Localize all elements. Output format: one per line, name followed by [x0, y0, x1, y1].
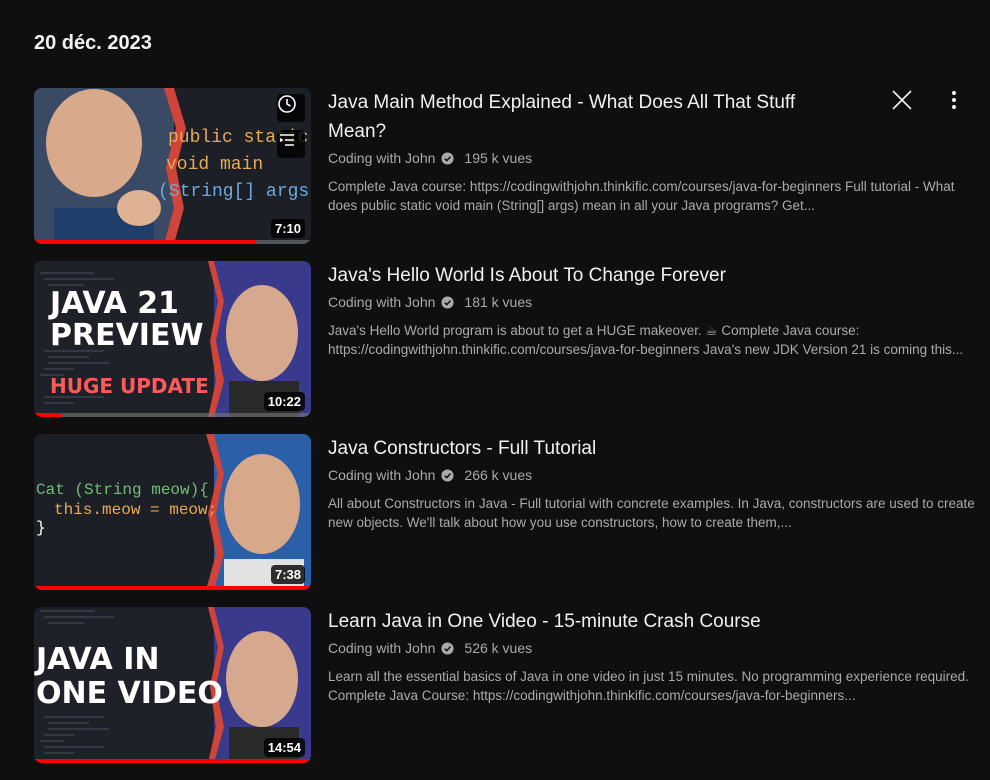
view-count: 266 k vues — [464, 467, 533, 483]
channel-name[interactable]: Coding with John — [328, 640, 435, 656]
date-section-header: 20 déc. 2023 — [34, 32, 152, 54]
video-description: Java's Hello World program is about to g… — [328, 323, 964, 357]
queue-icon — [280, 134, 294, 146]
video-duration: 10:22 — [263, 392, 305, 411]
video-title[interactable]: Learn Java in One Video - 15-minute Cras… — [328, 607, 848, 636]
thumb-code-line: void main — [166, 155, 263, 175]
thumb-title-line: JAVA IN — [34, 642, 159, 677]
video-row[interactable]: Cat (String meow){ this.meow = meow; } 7… — [34, 434, 984, 590]
verified-check-icon — [441, 468, 454, 482]
video-duration: 7:10 — [270, 219, 305, 238]
video-duration: 14:54 — [263, 738, 305, 757]
video-duration: 7:38 — [270, 565, 305, 584]
video-row[interactable]: JAVA 21 PREVIEW HUGE UPDATE 10:22 Java's… — [34, 261, 984, 417]
video-description: Complete Java course: https://codingwith… — [328, 179, 955, 213]
video-thumbnail[interactable]: JAVA 21 PREVIEW HUGE UPDATE 10:22 — [34, 261, 311, 417]
watch-progress — [34, 413, 311, 417]
watch-later-button[interactable] — [277, 94, 305, 122]
view-count: 526 k vues — [464, 640, 533, 656]
channel-name[interactable]: Coding with John — [328, 150, 435, 166]
channel-name[interactable]: Coding with John — [328, 294, 435, 310]
video-description: All about Constructors in Java - Full tu… — [328, 496, 975, 530]
video-info: Java's Hello World Is About To Change Fo… — [328, 261, 963, 359]
video-info: Java Constructors - Full Tutorial Coding… — [328, 434, 975, 532]
verified-check-icon — [441, 151, 454, 165]
thumb-code-line: Cat (String meow){ — [36, 481, 209, 499]
verified-check-icon — [441, 295, 454, 309]
video-description: Learn all the essential basics of Java i… — [328, 669, 969, 703]
video-row[interactable]: public static void main (String[] args){… — [34, 88, 984, 244]
video-title[interactable]: Java's Hello World Is About To Change Fo… — [328, 261, 848, 290]
video-row[interactable]: JAVA IN ONE VIDEO 14:54 Learn Java in On… — [34, 607, 984, 763]
close-icon[interactable] — [890, 88, 914, 112]
view-count: 181 k vues — [464, 294, 533, 310]
thumb-title-line: ONE VIDEO — [36, 676, 223, 711]
watch-progress — [34, 240, 311, 244]
video-info: Java Main Method Explained - What Does A… — [328, 88, 958, 215]
thumb-code-line: this.meow = meow; — [54, 501, 217, 519]
video-thumbnail[interactable]: JAVA IN ONE VIDEO 14:54 — [34, 607, 311, 763]
thumb-subtitle: HUGE UPDATE — [50, 374, 209, 398]
clock-icon — [278, 95, 296, 113]
view-count: 195 k vues — [464, 150, 533, 166]
video-title[interactable]: Java Constructors - Full Tutorial — [328, 434, 848, 463]
watch-progress-fill — [34, 240, 256, 244]
verified-check-icon — [441, 641, 454, 655]
watch-progress-fill — [34, 586, 311, 590]
thumb-title-line: JAVA 21 — [48, 286, 179, 321]
video-info: Learn Java in One Video - 15-minute Cras… — [328, 607, 969, 705]
watch-progress-fill — [34, 759, 311, 763]
video-meta: Coding with John 266 k vues — [328, 465, 958, 485]
video-thumbnail[interactable]: public static void main (String[] args){… — [34, 88, 311, 244]
watch-progress — [34, 759, 311, 763]
add-to-queue-button[interactable] — [277, 130, 305, 158]
watch-progress-fill — [34, 413, 62, 417]
video-thumbnail[interactable]: Cat (String meow){ this.meow = meow; } 7… — [34, 434, 311, 590]
thumb-title-line: PREVIEW — [50, 318, 204, 353]
thumb-code-line: } — [36, 519, 46, 537]
channel-name[interactable]: Coding with John — [328, 467, 435, 483]
video-meta: Coding with John 195 k vues — [328, 148, 958, 168]
thumbnail-art: Cat (String meow){ this.meow = meow; } — [34, 434, 311, 590]
more-vert-icon[interactable] — [942, 88, 966, 112]
thumb-code-line: (String[] args){ — [158, 182, 311, 202]
video-meta: Coding with John 181 k vues — [328, 292, 958, 312]
video-title[interactable]: Java Main Method Explained - What Does A… — [328, 88, 848, 146]
watch-progress — [34, 586, 311, 590]
thumbnail-art: public static void main (String[] args){ — [34, 88, 311, 244]
video-meta: Coding with John 526 k vues — [328, 638, 958, 658]
